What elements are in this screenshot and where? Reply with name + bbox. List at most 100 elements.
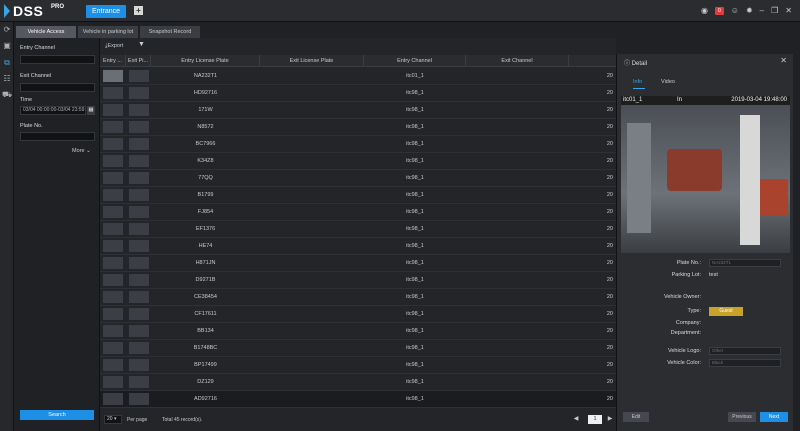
video-icon[interactable]: ▣ [2, 41, 12, 51]
table-row[interactable]: DZ129 itc98_1 20 [100, 374, 617, 391]
table-row[interactable]: BC7966 itc98_1 20 [100, 136, 617, 153]
table-row[interactable]: 171W itc98_1 20 [100, 102, 617, 119]
entry-picture-thumbnail[interactable] [103, 342, 123, 354]
tab-vehicle-in-parking-lot[interactable]: Vehicle in parking lot [78, 26, 138, 38]
table-row[interactable]: H871JN itc98_1 20 [100, 255, 617, 272]
prev-page-button[interactable]: ◀ [572, 415, 580, 424]
column-exit-picture[interactable]: Exit Pi... [126, 55, 151, 67]
plate-no-field[interactable]: NA232T1 [709, 259, 781, 267]
next-button[interactable]: Next [760, 412, 788, 422]
table-row[interactable]: EF1376 itc98_1 20 [100, 221, 617, 238]
exit-picture-thumbnail[interactable] [129, 138, 149, 150]
refresh-icon[interactable]: ⟳ [2, 25, 12, 35]
exit-channel-input[interactable] [20, 83, 95, 92]
table-row[interactable]: CF17611 itc98_1 20 [100, 306, 617, 323]
previous-button[interactable]: Previous [728, 412, 756, 422]
vehicle-color-select[interactable]: Black [709, 359, 781, 367]
exit-picture-thumbnail[interactable] [129, 376, 149, 388]
entry-picture-thumbnail[interactable] [103, 325, 123, 337]
tab-video[interactable]: Video [661, 75, 675, 89]
column-entry-channel[interactable]: Entry Channel [364, 55, 466, 67]
column-entry-picture[interactable]: Entry ... [100, 55, 126, 67]
entry-picture-thumbnail[interactable] [103, 172, 123, 184]
exit-picture-thumbnail[interactable] [129, 359, 149, 371]
exit-picture-thumbnail[interactable] [129, 257, 149, 269]
tab-entrance[interactable]: Entrance [86, 5, 126, 18]
table-row[interactable]: BP17499 itc98_1 20 [100, 357, 617, 374]
entry-picture-thumbnail[interactable] [103, 104, 123, 116]
column-time[interactable] [569, 55, 617, 67]
exit-picture-thumbnail[interactable] [129, 172, 149, 184]
table-row[interactable]: 77QQ itc98_1 20 [100, 170, 617, 187]
exit-picture-thumbnail[interactable] [129, 87, 149, 99]
entry-picture-thumbnail[interactable] [103, 70, 123, 82]
entry-picture-thumbnail[interactable] [103, 359, 123, 371]
table-row[interactable]: AD92716 itc98_1 20 [100, 391, 617, 408]
add-tab-button[interactable]: + [134, 6, 143, 15]
people-icon[interactable]: ☷ [2, 74, 12, 84]
time-range-input[interactable]: 03/04 00:00:00-03/04 23:59 [20, 106, 86, 115]
vehicle-icon[interactable]: ⛟ [2, 90, 12, 100]
entry-picture-thumbnail[interactable] [103, 376, 123, 388]
exit-picture-thumbnail[interactable] [129, 240, 149, 252]
entry-picture-thumbnail[interactable] [103, 308, 123, 320]
user-icon[interactable]: ☺ [731, 5, 739, 17]
page-size-select[interactable]: 20 ▾ [104, 415, 122, 424]
entry-picture-thumbnail[interactable] [103, 155, 123, 167]
more-filters-toggle[interactable]: More ⌄ [72, 148, 91, 154]
entry-picture-thumbnail[interactable] [103, 240, 123, 252]
table-row[interactable]: HE74 itc98_1 20 [100, 238, 617, 255]
exit-picture-thumbnail[interactable] [129, 342, 149, 354]
exit-picture-thumbnail[interactable] [129, 325, 149, 337]
exit-picture-thumbnail[interactable] [129, 223, 149, 235]
table-row[interactable]: BB134 itc98_1 20 [100, 323, 617, 340]
exit-picture-thumbnail[interactable] [129, 70, 149, 82]
table-row[interactable]: NA232T1 itc01_1 20 [100, 68, 617, 85]
search-button[interactable]: Search [20, 410, 94, 420]
exit-picture-thumbnail[interactable] [129, 308, 149, 320]
table-row[interactable]: FJ854 itc98_1 20 [100, 204, 617, 221]
calendar-icon[interactable]: ▦ [87, 106, 95, 115]
entry-picture-thumbnail[interactable] [103, 274, 123, 286]
restore-icon[interactable]: ❐ [771, 5, 778, 17]
table-row[interactable]: D9271B itc98_1 20 [100, 272, 617, 289]
close-detail-icon[interactable]: ✕ [780, 56, 787, 65]
entry-picture-thumbnail[interactable] [103, 257, 123, 269]
entry-channel-input[interactable] [20, 55, 95, 64]
column-exit-license-plate[interactable]: Exit License Plate [260, 55, 364, 67]
exit-picture-thumbnail[interactable] [129, 206, 149, 218]
minimize-icon[interactable]: – [760, 5, 764, 17]
exit-picture-thumbnail[interactable] [129, 104, 149, 116]
filter-icon[interactable]: ▼ [138, 41, 146, 49]
exit-picture-thumbnail[interactable] [129, 393, 149, 405]
parking-record-icon[interactable]: ⧉ [2, 58, 12, 68]
exit-picture-thumbnail[interactable] [129, 274, 149, 286]
entry-picture-thumbnail[interactable] [103, 291, 123, 303]
table-row[interactable]: B1799 itc98_1 20 [100, 187, 617, 204]
table-row[interactable]: N8572 itc98_1 20 [100, 119, 617, 136]
edit-button[interactable]: Edit [623, 412, 649, 422]
next-page-button[interactable]: ▶ [606, 415, 614, 424]
entry-picture-thumbnail[interactable] [103, 223, 123, 235]
tab-info[interactable]: Info [633, 75, 645, 89]
exit-picture-thumbnail[interactable] [129, 189, 149, 201]
exit-picture-thumbnail[interactable] [129, 291, 149, 303]
export-button[interactable]: ⤓Export [105, 43, 123, 50]
entry-picture-thumbnail[interactable] [103, 189, 123, 201]
column-entry-license-plate[interactable]: Entry License Plate [151, 55, 260, 67]
tab-snapshot-record[interactable]: Snapshot Record [140, 26, 200, 38]
table-row[interactable]: B1748BC itc98_1 20 [100, 340, 617, 357]
column-exit-channel[interactable]: Exit Channel [466, 55, 569, 67]
alarm-icon[interactable]: ◉ [701, 5, 708, 17]
close-icon[interactable]: ✕ [785, 5, 792, 17]
entry-picture-thumbnail[interactable] [103, 87, 123, 99]
entry-picture-thumbnail[interactable] [103, 138, 123, 150]
exit-picture-thumbnail[interactable] [129, 121, 149, 133]
exit-picture-thumbnail[interactable] [129, 155, 149, 167]
table-row[interactable]: K34Z8 itc98_1 20 [100, 153, 617, 170]
settings-icon[interactable]: ✹ [746, 5, 753, 17]
entry-picture-thumbnail[interactable] [103, 393, 123, 405]
table-row[interactable]: CE38454 itc98_1 20 [100, 289, 617, 306]
entry-picture-thumbnail[interactable] [103, 121, 123, 133]
plate-no-input[interactable] [20, 132, 95, 141]
